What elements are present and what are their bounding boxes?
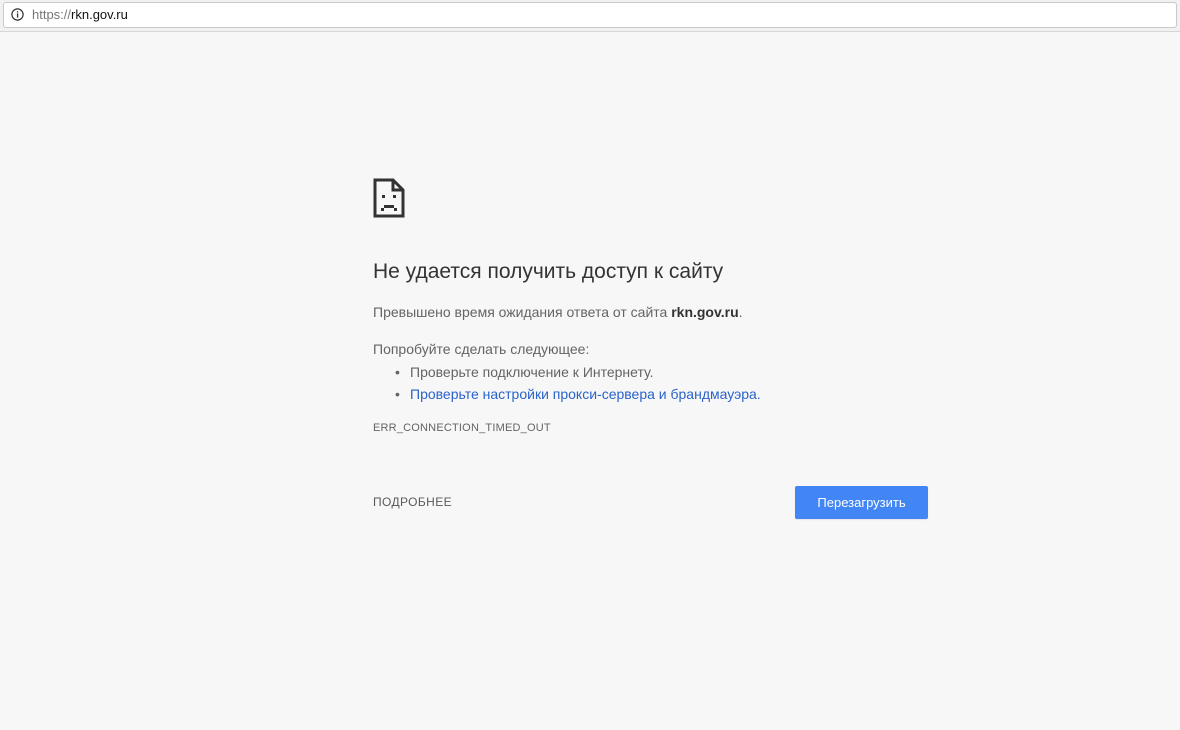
summary-host: rkn.gov.ru [671,304,739,320]
reload-button[interactable]: Перезагрузить [795,486,928,519]
error-heading: Не удается получить доступ к сайту [373,260,724,283]
details-button[interactable]: ПОДРОБНЕЕ [373,495,452,510]
error-summary: Превышено время ожидания ответа от сайта… [373,303,743,321]
suggestion-item: • Проверьте подключение к Интернету. [373,361,761,383]
url-text[interactable]: https://rkn.gov.ru [32,7,128,23]
info-icon[interactable] [11,8,24,21]
address-bar: https://rkn.gov.ru [0,0,1180,32]
url-host: rkn.gov.ru [71,7,128,22]
omnibox[interactable]: https://rkn.gov.ru [3,2,1177,28]
suggestion-item: • Проверьте настройки прокси-сервера и б… [373,383,761,405]
bullet: • [395,386,400,402]
bullet: • [395,364,400,380]
suggestions-title: Попробуйте сделать следующее: [373,341,590,357]
suggestion-check-connection: Проверьте подключение к Интернету. [410,364,654,380]
error-code: ERR_CONNECTION_TIMED_OUT [373,422,551,434]
url-scheme: https:// [32,7,72,22]
summary-text: Превышено время ожидания ответа от сайта [373,304,672,320]
sad-document-icon [373,178,405,218]
suggestions-list: • Проверьте подключение к Интернету. • П… [373,361,761,405]
proxy-firewall-settings-link[interactable]: Проверьте настройки прокси-сервера и бра… [410,386,761,402]
summary-period: . [738,304,743,320]
